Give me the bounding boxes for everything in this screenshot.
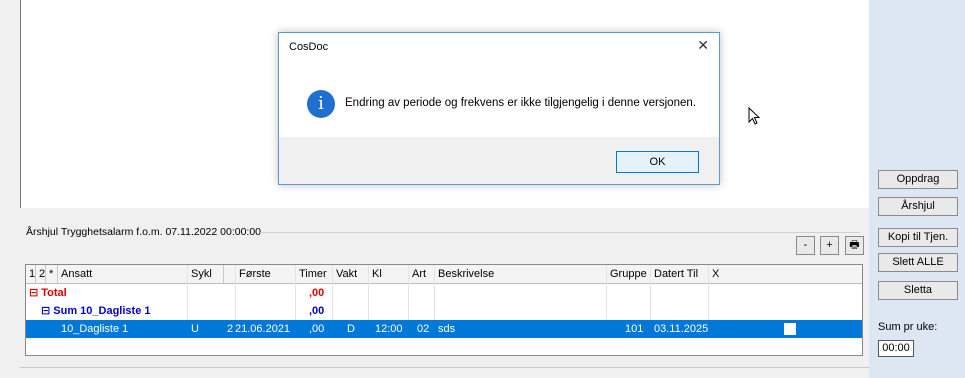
header-vakt[interactable]: Vakt [333,265,369,283]
sum-pr-uke-field[interactable]: 00:00 [878,340,914,357]
sum-row-label[interactable]: ⊟ Sum 10_Dagliste 1 [38,302,188,320]
header-x[interactable]: X [709,265,809,283]
row-beskrivelse: sds [438,323,456,335]
collapse-button[interactable]: - [796,236,815,255]
sum-pr-uke-label: Sum pr uke: [878,321,938,333]
header-art[interactable]: Art [409,265,435,283]
schedule-grid: 1 2 * Ansatt Sykl Første Timer Vakt Kl A… [25,264,863,356]
header-timer[interactable]: Timer [296,265,333,283]
grid-header: 1 2 * Ansatt Sykl Første Timer Vakt Kl A… [26,265,862,284]
mouse-cursor-icon [748,107,761,125]
slett-alle-button[interactable]: Slett ALLE [878,253,958,272]
header-sykl[interactable]: Sykl [188,265,224,283]
row-kl: 12:00 [375,323,403,335]
header-kl[interactable]: Kl [369,265,409,283]
row-gruppe: 101 [625,323,644,335]
header-star[interactable]: * [46,265,58,283]
close-icon[interactable]: ✕ [697,37,709,54]
oppdrag-button[interactable]: Oppdrag [878,170,958,189]
row-forste: 21.06.2021 [235,323,291,335]
dialog-title: CosDoc [289,41,329,53]
total-row-label[interactable]: ⊟ Total [26,284,186,302]
app-window: Oppdrag Årshjul Kopi til Tjen. Slett ALL… [0,0,965,378]
table-row-selected[interactable]: 10_Dagliste 1 U 2 21.06.2021 ,00 D 12:00… [26,320,862,338]
expand-button[interactable]: + [820,236,839,255]
group-title: Årshjul Trygghetsalarm f.o.m. 07.11.2022… [26,226,262,238]
row-vakt: D [347,323,355,335]
bottom-divider [20,367,869,368]
sletta-button[interactable]: Sletta [878,281,958,300]
row-timer: ,00 [309,323,325,335]
info-icon: i [307,90,335,118]
total-row-timer: ,00 [309,287,325,299]
dialog-message: Endring av periode og frekvens er ikke t… [345,97,696,109]
header-gruppe[interactable]: Gruppe [607,265,651,283]
group-divider [260,232,860,233]
header-forste[interactable]: Første [236,265,296,283]
row-sykl: U [191,323,199,335]
header-beskrivelse[interactable]: Beskrivelse [435,265,607,283]
arshjul-button[interactable]: Årshjul [878,197,958,216]
row-datert-til: 03.11.2025 [654,323,709,335]
header-ansatt[interactable]: Ansatt [58,265,188,283]
ok-button[interactable]: OK [616,151,699,173]
kopi-til-tjen-button[interactable]: Kopi til Tjen. [878,228,958,247]
print-icon[interactable]: 🖶 [845,236,864,255]
row-ansatt: 10_Dagliste 1 [61,323,129,335]
row-art: 02 [417,323,430,335]
header-1[interactable]: 1 [26,265,36,283]
sum-row-timer: ,00 [309,305,325,317]
header-2[interactable]: 2 [36,265,46,283]
header-datert-til[interactable]: Datert Til [651,265,709,283]
row-checkbox[interactable] [784,323,796,335]
